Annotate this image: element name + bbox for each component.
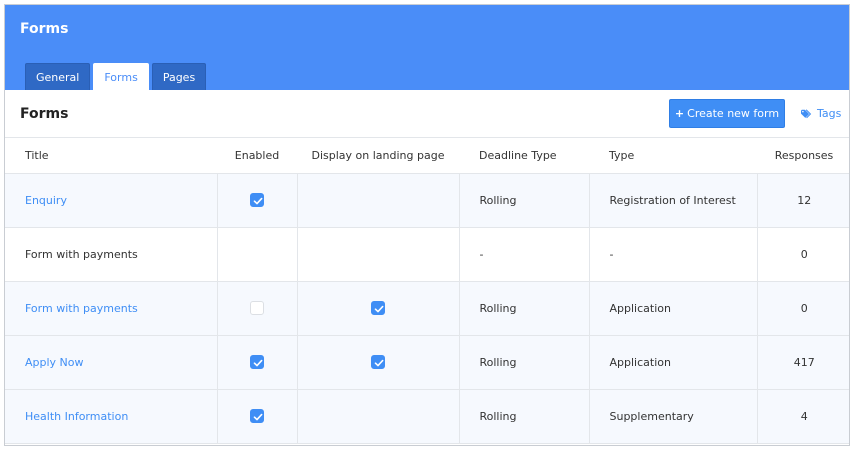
cell-enabled [216, 281, 297, 336]
form-title-link[interactable]: Enquiry [25, 194, 67, 207]
cell-responses: 4 [756, 389, 849, 444]
check-icon [374, 359, 384, 367]
cell-deadline-type: - [458, 227, 589, 282]
cell-enabled [216, 173, 297, 228]
cell-deadline-type: Rolling [458, 281, 589, 336]
form-title-link[interactable]: Health Information [25, 410, 128, 423]
tags-label: Tags [817, 107, 842, 120]
cell-display-on-landing [296, 389, 459, 444]
enabled-checkbox[interactable] [250, 409, 264, 423]
form-title: Form with payments [25, 247, 138, 261]
check-icon [374, 305, 384, 313]
cell-type: - [588, 227, 757, 282]
tab-pages[interactable]: Pages [151, 63, 207, 90]
cell-type: Supplementary [588, 389, 757, 444]
cell-responses: 12 [756, 173, 849, 228]
tags-link[interactable]: Tags [801, 107, 841, 120]
cell-type: Registration of Interest [588, 173, 757, 228]
cell-display-on-landing [296, 227, 459, 282]
enabled-checkbox[interactable] [250, 193, 264, 207]
tag-icon [801, 108, 812, 118]
section-title: Forms [20, 106, 69, 122]
cell-type: Application [588, 281, 757, 336]
cell-display-on-landing [296, 173, 459, 228]
cell-title: Apply Now [5, 335, 217, 390]
cell-enabled [216, 335, 297, 390]
cell-title: Enquiry [5, 173, 217, 228]
tab-forms[interactable]: Forms [93, 63, 149, 90]
column-header-type[interactable]: Type [589, 138, 757, 174]
table-header-row: Title Enabled Display on landing page De… [5, 138, 849, 174]
page-header: Forms General Forms Pages [5, 5, 849, 90]
tab-general[interactable]: General [25, 63, 91, 90]
column-header-deadline-type[interactable]: Deadline Type [459, 138, 589, 174]
page-title: Forms [20, 21, 69, 37]
cell-title: Health Information [5, 389, 217, 444]
forms-table: Title Enabled Display on landing page De… [5, 138, 849, 444]
app-window: Forms General Forms Pages Forms + Create … [4, 4, 850, 446]
enabled-checkbox[interactable] [250, 355, 264, 369]
column-header-responses[interactable]: Responses [757, 138, 849, 174]
check-icon [253, 413, 263, 421]
create-new-form-button[interactable]: + Create new form [669, 99, 785, 128]
cell-responses: 0 [756, 227, 849, 282]
column-header-enabled[interactable]: Enabled [217, 138, 297, 174]
enabled-checkbox[interactable] [250, 301, 264, 315]
cell-type: Application [588, 335, 757, 390]
check-icon [253, 197, 263, 205]
cell-display-on-landing [296, 335, 459, 390]
check-icon [253, 359, 263, 367]
cell-responses: 0 [756, 281, 849, 336]
display-on-landing-checkbox[interactable] [371, 301, 385, 315]
cell-title: Form with payments [5, 281, 217, 336]
table-row: Enquiry Rolling Registration of Interest 12 [5, 173, 849, 228]
cell-deadline-type: Rolling [458, 173, 589, 228]
cell-enabled [216, 389, 297, 444]
cell-enabled [216, 227, 297, 282]
column-header-display[interactable]: Display on landing page [297, 138, 459, 174]
cell-deadline-type: Rolling [458, 389, 589, 444]
cell-title: Form with payments [5, 227, 217, 282]
table-row: Form with payments - -0 [5, 227, 849, 282]
table-row: Apply Now Rolling Application 417 [5, 335, 849, 390]
table-row: Health Information Rolling Supplementary 4 [5, 389, 849, 444]
display-on-landing-checkbox[interactable] [371, 355, 385, 369]
form-title-link[interactable]: Apply Now [25, 356, 84, 369]
column-header-title[interactable]: Title [5, 138, 217, 174]
create-new-form-label: Create new form [687, 107, 780, 120]
table-row: Form with payments Rolling Application 0 [5, 281, 849, 336]
cell-display-on-landing [296, 281, 459, 336]
plus-icon: + [674, 107, 685, 120]
tab-bar: General Forms Pages [25, 63, 207, 90]
cell-deadline-type: Rolling [458, 335, 589, 390]
form-title-link[interactable]: Form with payments [25, 302, 138, 315]
cell-responses: 417 [756, 335, 849, 390]
